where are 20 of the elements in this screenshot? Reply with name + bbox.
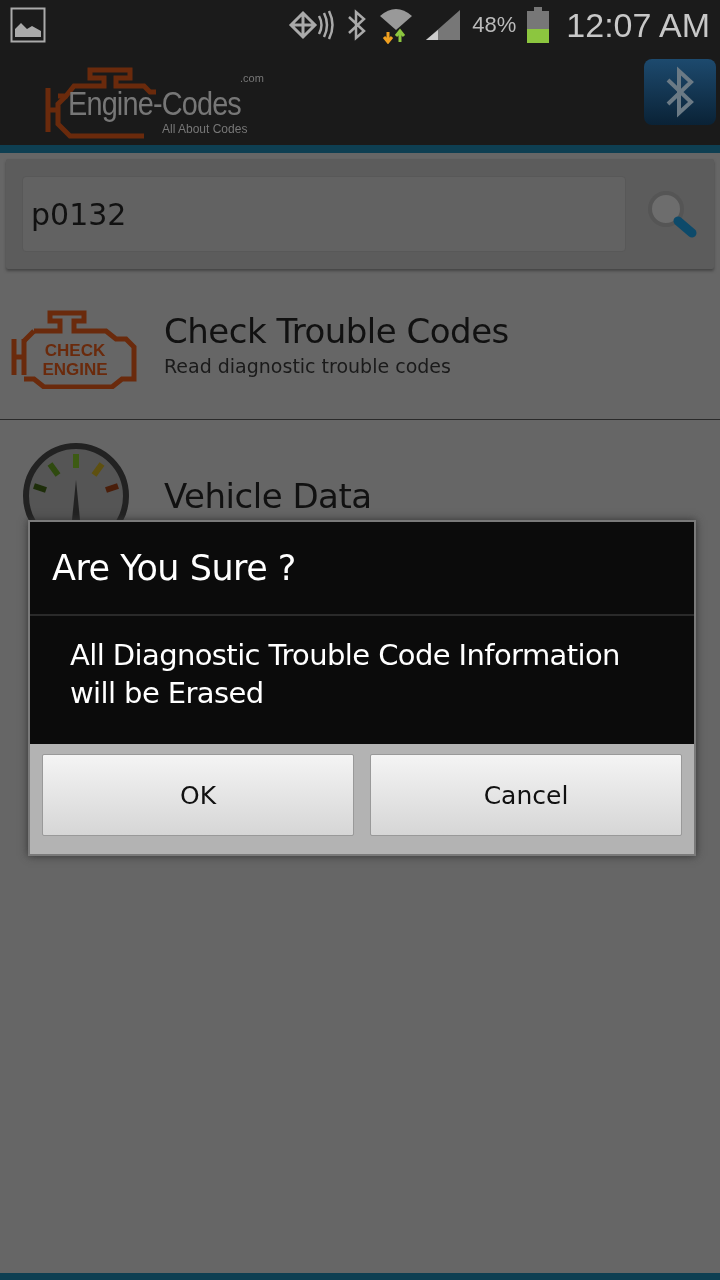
logo-domain: .com xyxy=(240,71,264,84)
battery-icon xyxy=(526,7,551,43)
logo-text: Engine-Codes xyxy=(68,83,241,123)
item-subtitle: Read diagnostic trouble codes xyxy=(164,355,452,377)
dialog-button[interactable]: Cancel xyxy=(370,754,682,836)
dialog-message: All Diagnostic Trouble Code Information will be Erased xyxy=(69,637,621,712)
logo-tagline: All About Codes xyxy=(162,121,248,136)
bluetooth-button[interactable] xyxy=(644,58,716,125)
dialog-button[interactable]: OK xyxy=(42,754,354,836)
battery-percent: 48% xyxy=(472,12,517,38)
search-field[interactable]: p0132 xyxy=(22,176,626,252)
icon-label: CHECK ENGINE xyxy=(41,341,109,379)
nfc-icon xyxy=(288,8,337,42)
dialog-title: Are You Sure ? xyxy=(30,522,694,616)
clock: 12:07 AM xyxy=(566,5,710,45)
item-title: Vehicle Data xyxy=(164,475,372,516)
item-title: Check Trouble Codes xyxy=(164,311,509,351)
menu-item[interactable]: CHECK ENGINE Check Trouble Codes Read diagnostic trouble codes xyxy=(0,269,720,420)
signal-icon xyxy=(424,8,463,42)
image-icon xyxy=(10,7,46,43)
